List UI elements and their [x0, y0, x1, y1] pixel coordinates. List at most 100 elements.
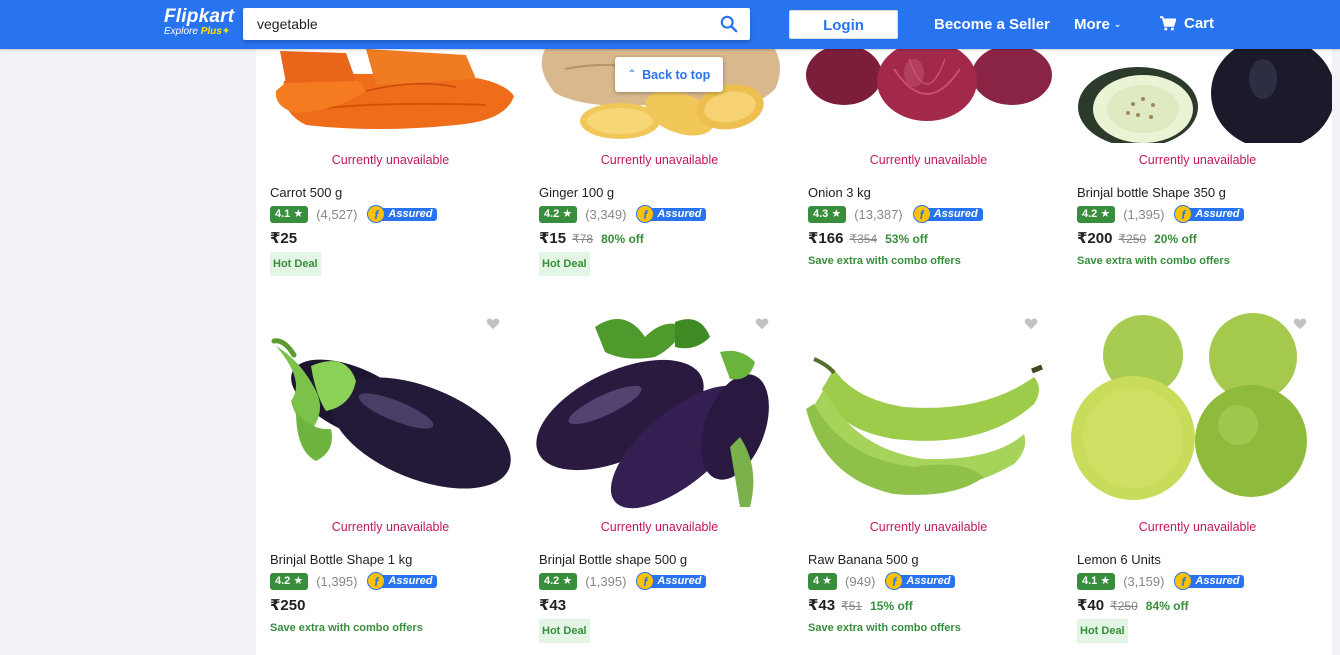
assured-label: Assured	[897, 574, 956, 588]
back-to-top-label: Back to top	[642, 67, 711, 82]
rating-row: 4 ★ (949) f Assured	[808, 572, 956, 590]
assured-label: Assured	[1186, 574, 1245, 588]
wishlist-heart-icon[interactable]	[1293, 317, 1307, 331]
assured-badge: f Assured	[912, 205, 983, 223]
product-image-lemon[interactable]	[1063, 313, 1332, 509]
hot-deal-tag: Hot Deal	[270, 252, 321, 276]
assured-badge: f Assured	[1174, 572, 1245, 590]
product-image-carrot[interactable]	[256, 49, 525, 143]
product-title[interactable]: Carrot 500 g	[270, 185, 342, 200]
product-title[interactable]: Raw Banana 500 g	[808, 552, 919, 567]
rating-value: 4.1	[1082, 574, 1098, 587]
product-title[interactable]: Brinjal Bottle Shape 1 kg	[270, 552, 412, 567]
original-price: ₹250	[1110, 599, 1138, 613]
rating-row: 4.1 ★ (4,527) f Assured	[270, 205, 438, 223]
product-title[interactable]: Brinjal Bottle shape 500 g	[539, 552, 687, 567]
availability-status: Currently unavailable	[869, 153, 988, 167]
assured-badge: f Assured	[885, 572, 956, 590]
price-row: ₹200 ₹250 20% off	[1077, 229, 1197, 247]
availability-status: Currently unavailable	[600, 520, 719, 534]
product-image-brinjal-500g[interactable]	[525, 307, 794, 511]
product-image-onion[interactable]	[794, 49, 1063, 143]
discount: 20% off	[1154, 232, 1197, 246]
price: ₹166	[808, 230, 844, 247]
rating-value: 4.1	[275, 207, 291, 220]
review-count: (1,395)	[585, 573, 627, 589]
availability-status: Currently unavailable	[869, 520, 988, 534]
assured-label: Assured	[379, 207, 438, 221]
cart-label: Cart	[1184, 15, 1215, 32]
assured-badge: f Assured	[1174, 205, 1245, 223]
price-row: ₹250	[270, 596, 305, 614]
combo-offer-text: Save extra with combo offers	[270, 622, 423, 634]
plus-icon: ✦	[221, 26, 231, 37]
discount: 80% off	[601, 232, 644, 246]
product-title[interactable]: Ginger 100 g	[539, 185, 614, 200]
rating-value: 4.3	[813, 207, 829, 220]
original-price: ₹51	[841, 599, 863, 613]
rating-badge: 4.1 ★	[1077, 572, 1116, 590]
search-icon[interactable]	[720, 15, 738, 33]
rating-badge: 4.2 ★	[1077, 205, 1116, 223]
more-menu[interactable]: More ⌄	[1074, 16, 1121, 33]
price-row: ₹166 ₹354 53% off	[808, 229, 928, 247]
flipkart-logo[interactable]: Flipkart Explore Plus✦	[164, 6, 234, 37]
cart-link[interactable]: Cart	[1160, 15, 1214, 32]
availability-status: Currently unavailable	[331, 520, 450, 534]
assured-label: Assured	[379, 574, 438, 588]
wishlist-heart-icon[interactable]	[755, 317, 769, 331]
price: ₹15	[539, 230, 567, 247]
price-row: ₹40 ₹250 84% off	[1077, 596, 1188, 614]
review-count: (3,349)	[585, 206, 627, 222]
assured-badge: f Assured	[636, 205, 707, 223]
product-image-brinjal-350g[interactable]	[1063, 49, 1332, 143]
product-title[interactable]: Onion 3 kg	[808, 185, 871, 200]
review-count: (3,159)	[1123, 573, 1165, 589]
wishlist-heart-icon[interactable]	[486, 317, 500, 331]
combo-offer-text: Save extra with combo offers	[808, 255, 961, 267]
rating-row: 4.3 ★ (13,387) f Assured	[808, 205, 983, 223]
assured-label: Assured	[1186, 207, 1245, 221]
rating-row: 4.2 ★ (1,395) f Assured	[539, 572, 707, 590]
tagline-prefix: Explore	[164, 26, 198, 37]
top-navbar: Flipkart Explore Plus✦ Login Become a Se…	[0, 0, 1340, 49]
discount: 84% off	[1145, 599, 1189, 613]
login-button[interactable]: Login	[789, 10, 898, 39]
more-label: More	[1074, 16, 1110, 33]
rating-row: 4.2 ★ (1,395) f Assured	[1077, 205, 1245, 223]
chevron-up-icon: ⌃	[627, 69, 637, 80]
rating-value: 4.2	[1082, 207, 1098, 220]
product-image-raw-banana[interactable]	[794, 349, 1063, 499]
review-count: (949)	[845, 573, 876, 589]
availability-status: Currently unavailable	[1138, 153, 1257, 167]
rating-row: 4.2 ★ (1,395) f Assured	[270, 572, 438, 590]
review-count: (1,395)	[1123, 206, 1165, 222]
combo-offer-text: Save extra with combo offers	[1077, 255, 1230, 267]
back-to-top-button[interactable]: ⌃ Back to top	[615, 57, 723, 92]
search-bar	[243, 8, 750, 40]
availability-status: Currently unavailable	[331, 153, 450, 167]
discount: 15% off	[870, 599, 913, 613]
rating-badge: 4 ★	[808, 572, 838, 590]
product-image-brinjal-1kg[interactable]	[256, 311, 525, 511]
rating-badge: 4.1 ★	[270, 205, 309, 223]
price-row: ₹25	[270, 229, 297, 247]
flipkart-f-icon: f	[912, 205, 931, 223]
tagline-plus: Plus	[200, 26, 222, 37]
rating-badge: 4.2 ★	[539, 572, 578, 590]
product-title[interactable]: Brinjal bottle Shape 350 g	[1077, 185, 1226, 200]
rating-value: 4.2	[275, 574, 291, 587]
become-seller-link[interactable]: Become a Seller	[934, 16, 1050, 33]
price: ₹40	[1077, 597, 1105, 614]
cart-icon	[1160, 16, 1176, 31]
original-price: ₹250	[1118, 232, 1147, 246]
availability-status: Currently unavailable	[600, 153, 719, 167]
product-title[interactable]: Lemon 6 Units	[1077, 552, 1161, 567]
price: ₹200	[1077, 230, 1113, 247]
discount: 53% off	[885, 232, 928, 246]
rating-row: 4.2 ★ (3,349) f Assured	[539, 205, 707, 223]
price: ₹43	[808, 597, 836, 614]
wishlist-heart-icon[interactable]	[1024, 317, 1038, 331]
original-price: ₹354	[849, 232, 878, 246]
search-input[interactable]	[243, 8, 703, 40]
